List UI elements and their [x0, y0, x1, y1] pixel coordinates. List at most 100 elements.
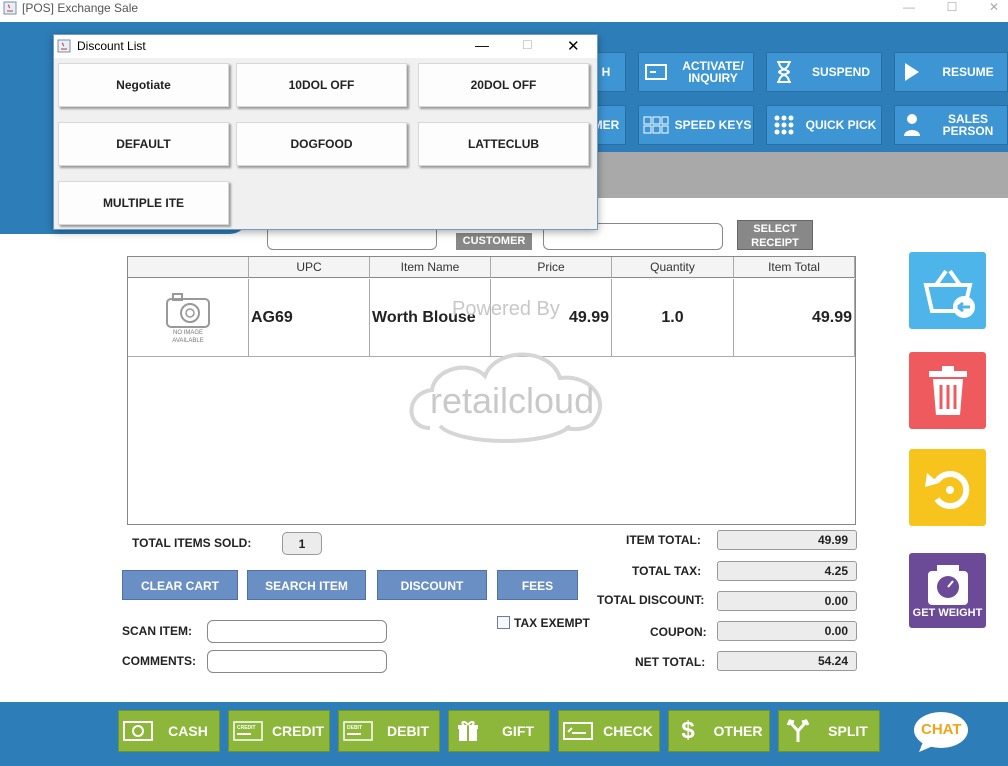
- total-items-value: 1: [282, 532, 322, 555]
- grid-icon: [767, 106, 801, 144]
- coupon-value: 0.00: [717, 621, 857, 641]
- total-tax-label: TOTAL TAX:: [632, 564, 702, 578]
- net-total-label: NET TOTAL:: [635, 655, 706, 669]
- undo-icon: [924, 470, 969, 509]
- discount-option-negotiate[interactable]: Negotiate: [58, 63, 229, 107]
- cart-table: UPC Item Name Price Quantity Item Total …: [127, 256, 856, 525]
- close-window-icon[interactable]: ✕: [982, 0, 1006, 16]
- get-weight-button[interactable]: GET WEIGHT: [909, 553, 986, 628]
- person-icon: [895, 106, 929, 144]
- dollar-icon: $: [681, 717, 695, 744]
- check-button[interactable]: CHECK: [558, 710, 660, 752]
- gift-label: GIFT: [502, 723, 534, 739]
- column-header-image: [128, 257, 249, 278]
- no-image-placeholder: NO IMAGE AVAILABLE: [128, 279, 249, 357]
- comments-input[interactable]: [207, 650, 387, 673]
- camera-icon: [166, 292, 210, 328]
- credit-button[interactable]: CREDIT CREDIT: [228, 710, 330, 752]
- search-item-button[interactable]: SEARCH ITEM: [247, 570, 366, 600]
- credit-card-text: CREDIT: [237, 725, 256, 731]
- cash-button[interactable]: CASH: [118, 710, 220, 752]
- scan-item-input[interactable]: [207, 620, 387, 643]
- speed-keys-button[interactable]: SPEED KEYS: [638, 105, 754, 145]
- window-titlebar: [POS] Exchange Sale — ☐ ✕: [0, 0, 1008, 22]
- cash-label: CASH: [168, 723, 208, 739]
- discount-option-dogfood[interactable]: DOGFOOD: [236, 122, 407, 166]
- discount-option-latteclub[interactable]: LATTECLUB: [418, 122, 589, 166]
- check-label: CHECK: [603, 723, 653, 739]
- dialog-titlebar: Discount List — ☐ ✕: [54, 35, 597, 58]
- discount-list-dialog: Discount List — ☐ ✕ Negotiate 10DOL OFF …: [53, 34, 598, 230]
- split-button[interactable]: SPLIT: [778, 710, 880, 752]
- total-items-label: TOTAL ITEMS SOLD:: [132, 536, 252, 550]
- java-icon: [57, 39, 71, 56]
- dialog-minimize-icon[interactable]: —: [475, 37, 489, 53]
- customer-button[interactable]: CUSTOMER: [456, 233, 532, 250]
- split-label: SPLIT: [828, 723, 868, 739]
- debit-label: DEBIT: [387, 723, 429, 739]
- column-header-item-name: Item Name: [370, 257, 491, 278]
- java-icon: [3, 1, 17, 15]
- credit-card-icon: CREDIT: [229, 711, 267, 751]
- quick-pick-label: QUICK PICK: [805, 118, 877, 132]
- cell-item-name: Worth Blouse: [370, 279, 491, 357]
- cell-price: 49.99: [491, 279, 612, 357]
- trash-icon: [928, 365, 967, 415]
- resume-button[interactable]: RESUME: [894, 52, 1008, 92]
- tax-exempt-label: TAX EXEMPT: [514, 616, 590, 630]
- hourglass-icon: [767, 53, 801, 91]
- minimize-icon[interactable]: —: [897, 0, 921, 16]
- comments-label: COMMENTS:: [122, 654, 196, 668]
- gift-icon: [449, 711, 487, 751]
- chat-button[interactable]: CHAT: [913, 710, 969, 752]
- cash-icon: [119, 711, 157, 751]
- activate-inquiry-button[interactable]: ACTIVATE/ INQUIRY: [638, 52, 754, 92]
- fees-button[interactable]: FEES: [497, 570, 578, 600]
- window-title: [POS] Exchange Sale: [22, 1, 139, 15]
- debit-button[interactable]: DEBIT DEBIT: [338, 710, 440, 752]
- discount-option-multiple-ite[interactable]: MULTIPLE ITE: [58, 181, 229, 225]
- get-weight-label: GET WEIGHT: [912, 606, 983, 619]
- column-header-price: Price: [491, 257, 612, 278]
- clear-cart-button[interactable]: CLEAR CART: [122, 570, 238, 600]
- cell-quantity: 1.0: [612, 279, 734, 357]
- tax-exempt-checkbox[interactable]: [497, 616, 510, 629]
- quick-pick-button[interactable]: QUICK PICK: [766, 105, 882, 145]
- total-discount-value: 0.00: [717, 591, 857, 611]
- dialog-maximize-icon[interactable]: ☐: [522, 38, 533, 52]
- cell-upc: AG69: [249, 279, 370, 357]
- keypad-icon: [639, 106, 673, 144]
- column-header-upc: UPC: [249, 257, 370, 278]
- discount-option-20dol-off[interactable]: 20DOL OFF: [418, 63, 589, 107]
- chat-label: CHAT: [921, 721, 962, 738]
- return-item-button[interactable]: [909, 252, 986, 329]
- activate-inquiry-label: ACTIVATE/ INQUIRY: [682, 59, 744, 85]
- resume-label: RESUME: [942, 65, 994, 79]
- select-receipt-button[interactable]: SELECT RECEIPT: [737, 220, 813, 250]
- discount-option-default[interactable]: DEFAULT: [58, 122, 229, 166]
- delete-item-button[interactable]: [909, 352, 986, 429]
- cell-item-total: 49.99: [734, 279, 855, 357]
- net-total-value: 54.24: [717, 651, 857, 671]
- undo-button[interactable]: [909, 449, 986, 526]
- maximize-icon[interactable]: ☐: [940, 0, 964, 16]
- item-total-value: 49.99: [717, 530, 857, 550]
- item-total-label: ITEM TOTAL:: [626, 533, 701, 547]
- sales-person-button[interactable]: SALES PERSON: [894, 105, 1008, 145]
- discount-option-10dol-off[interactable]: 10DOL OFF: [236, 63, 407, 107]
- card-icon: [639, 53, 673, 91]
- basket-return-icon: [922, 269, 975, 318]
- other-button[interactable]: $ OTHER: [668, 710, 770, 752]
- other-label: OTHER: [713, 723, 763, 739]
- gift-button[interactable]: GIFT: [448, 710, 550, 752]
- scale-icon: [927, 564, 968, 605]
- scan-item-label: SCAN ITEM:: [122, 624, 192, 638]
- suspend-button[interactable]: SUSPEND: [766, 52, 882, 92]
- speed-keys-label: SPEED KEYS: [674, 118, 752, 132]
- sales-person-label: SALES PERSON: [942, 112, 994, 138]
- header-grey-band: [586, 152, 1008, 198]
- discount-button[interactable]: DISCOUNT: [377, 570, 487, 600]
- dialog-close-icon[interactable]: ✕: [567, 37, 580, 55]
- column-header-quantity: Quantity: [612, 257, 734, 278]
- check-icon: [559, 711, 597, 751]
